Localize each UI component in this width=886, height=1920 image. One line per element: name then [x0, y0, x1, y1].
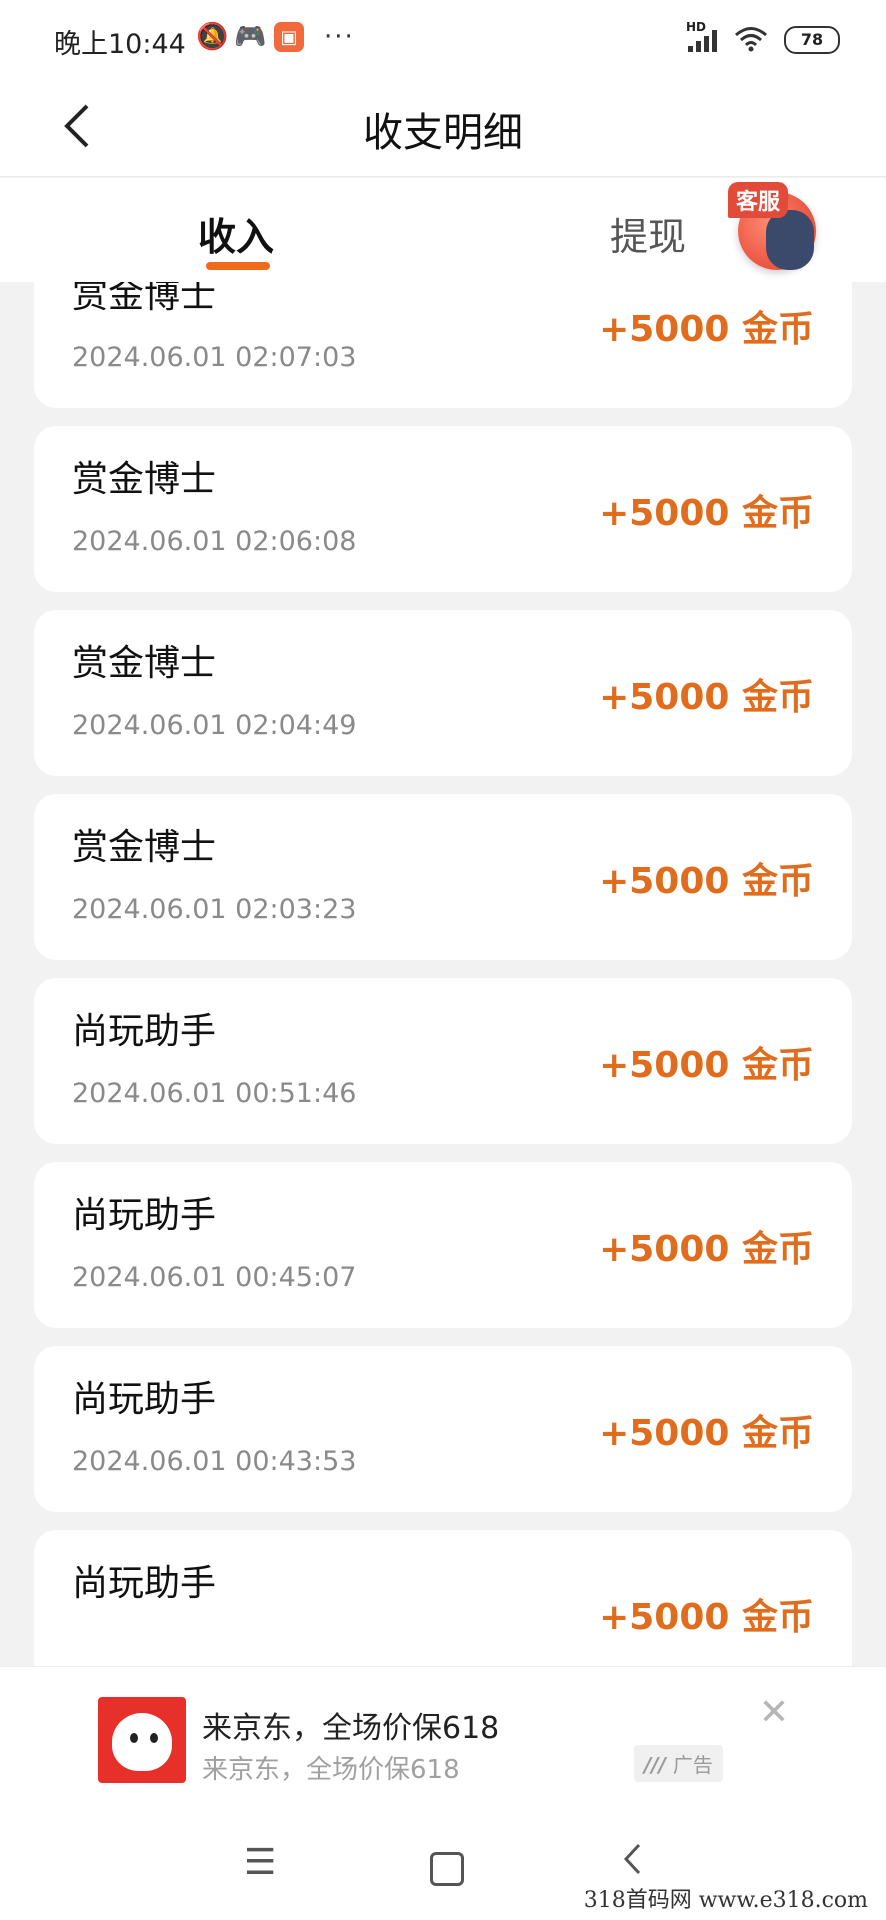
ad-close-button[interactable]: ✕ [754, 1693, 794, 1733]
game-icon: 🎮 [234, 22, 267, 52]
record-amount: +5000 金币 [599, 309, 814, 350]
list-item[interactable]: 赏金博士 +5000 金币 2024.06.01 02:06:08 [34, 426, 852, 592]
list-item[interactable]: 赏金博士 +5000 金币 2024.06.01 02:07:03 [34, 282, 852, 408]
tab-withdraw[interactable]: 提现 [610, 206, 686, 261]
menu-icon[interactable]: ☰ [244, 1842, 276, 1883]
record-amount: +5000 金币 [599, 1413, 814, 1454]
customer-service-button[interactable]: 客服 [722, 170, 822, 282]
record-list[interactable]: 赏金博士 +5000 金币 2024.06.01 02:07:03 赏金博士 +… [0, 282, 886, 1666]
record-time: 2024.06.01 00:45:07 [72, 1262, 357, 1293]
list-item[interactable]: 尚玩助手 +5000 金币 [34, 1530, 852, 1666]
status-bar: 晚上10:44 🔕 🎮 ▣ ··· HD 78 [0, 0, 886, 78]
ad-title: 来京东，全场价保618 [202, 1711, 500, 1746]
record-time: 2024.06.01 02:06:08 [72, 526, 357, 557]
active-tab-indicator [206, 262, 270, 270]
system-navigation-bar: ☰ 318首码网 www.e318.com [0, 1812, 886, 1920]
customer-service-label: 客服 [728, 182, 789, 218]
list-item[interactable]: 赏金博士 +5000 金币 2024.06.01 02:04:49 [34, 610, 852, 776]
list-item[interactable]: 尚玩助手 +5000 金币 2024.06.01 00:45:07 [34, 1162, 852, 1328]
jd-logo-icon [98, 1697, 186, 1783]
ad-subtitle: 来京东，全场价保618 [202, 1755, 460, 1785]
record-time: 2024.06.01 00:51:46 [72, 1078, 357, 1109]
record-time: 2024.06.01 02:04:49 [72, 710, 357, 741]
record-amount: +5000 金币 [599, 861, 814, 902]
record-amount: +5000 金币 [599, 1597, 814, 1638]
record-amount: +5000 金币 [599, 1229, 814, 1270]
ad-tag: /// 广告 [634, 1745, 723, 1782]
record-source: 尚玩助手 [72, 1379, 217, 1420]
record-amount: +5000 金币 [599, 677, 814, 718]
status-time: 晚上10:44 [54, 29, 186, 60]
headset-icon [766, 210, 814, 270]
list-item[interactable]: 尚玩助手 +5000 金币 2024.06.01 00:51:46 [34, 978, 852, 1144]
mute-icon: 🔕 [196, 22, 229, 52]
watermark: 318首码网 www.e318.com [579, 1882, 872, 1914]
record-source: 赏金博士 [72, 459, 217, 500]
record-amount: +5000 金币 [599, 493, 814, 534]
ad-tag-label: 广告 [672, 1753, 713, 1777]
record-time: 2024.06.01 02:03:23 [72, 894, 357, 925]
more-icon: ··· [324, 22, 355, 52]
tab-income[interactable]: 收入 [198, 206, 274, 261]
battery-indicator: 78 [784, 26, 840, 54]
page-title: 收支明细 [363, 110, 523, 156]
ad-brand-icon: /// [644, 1753, 673, 1777]
wifi-icon [735, 27, 767, 52]
list-item[interactable]: 赏金博士 +5000 金币 2024.06.01 02:03:23 [34, 794, 852, 960]
record-source: 尚玩助手 [72, 1563, 217, 1604]
record-amount: +5000 金币 [599, 1045, 814, 1086]
record-source: 尚玩助手 [72, 1195, 217, 1236]
list-item[interactable]: 尚玩助手 +5000 金币 2024.06.01 00:43:53 [34, 1346, 852, 1512]
record-time: 2024.06.01 00:43:53 [72, 1446, 357, 1477]
ad-banner[interactable]: 来京东，全场价保618 来京东，全场价保618 ✕ /// 广告 [0, 1666, 886, 1813]
home-icon[interactable] [430, 1852, 464, 1886]
record-source: 赏金博士 [72, 827, 217, 868]
signal-icon [688, 30, 717, 52]
title-bar: 收支明细 [0, 78, 886, 177]
nav-back-icon[interactable] [622, 1842, 642, 1885]
record-time: 2024.06.01 02:07:03 [72, 342, 357, 373]
record-source: 赏金博士 [72, 643, 217, 684]
record-source: 尚玩助手 [72, 1011, 217, 1052]
record-source: 赏金博士 [72, 282, 217, 316]
app-notification-icon: ▣ [274, 22, 304, 52]
